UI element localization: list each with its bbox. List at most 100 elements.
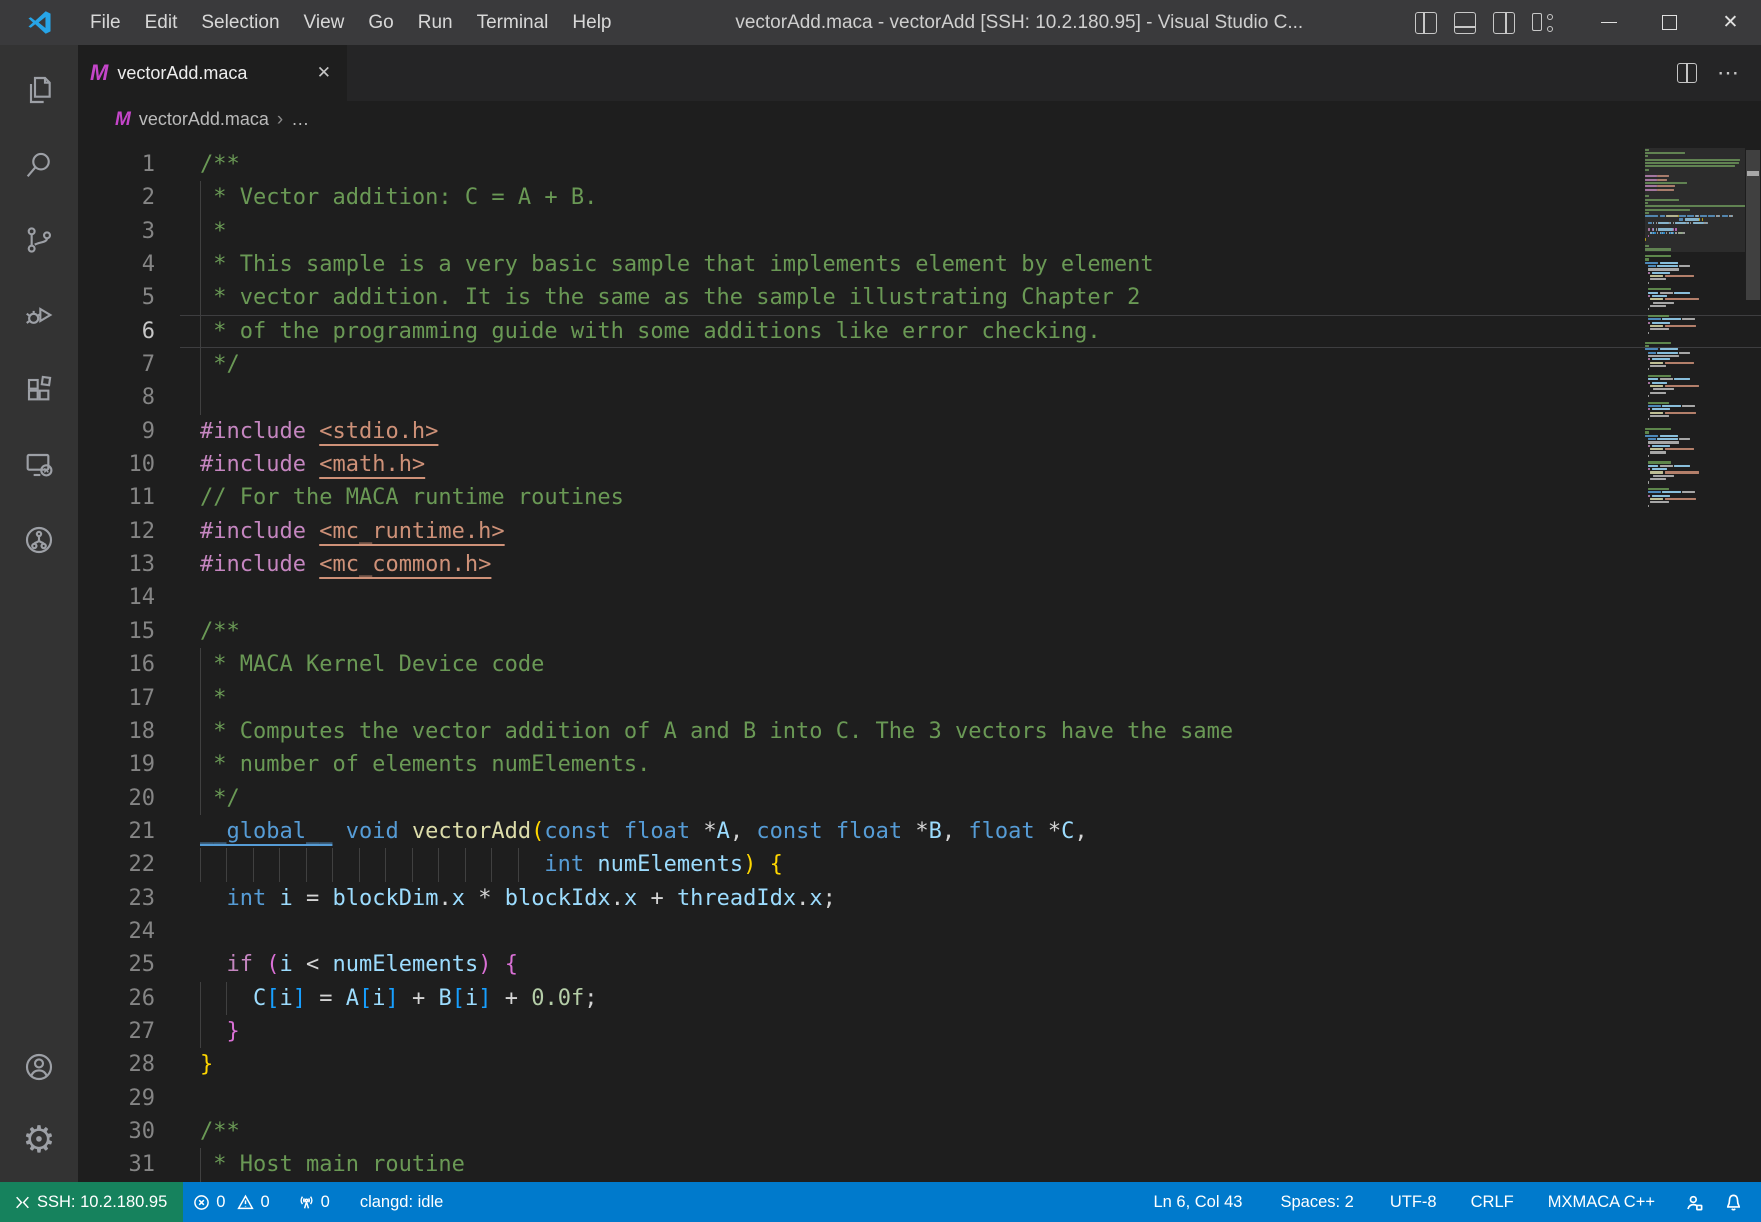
close-button[interactable]: ✕ [1700, 0, 1761, 45]
code-line[interactable]: 17 * [78, 682, 1761, 715]
code-line[interactable]: 25 if (i < numElements) { [78, 948, 1761, 981]
code-line[interactable]: 15/** [78, 615, 1761, 648]
line-content[interactable]: /** [180, 615, 1761, 648]
code-line[interactable]: 22 int numElements) { [78, 848, 1761, 881]
settings-gear-icon[interactable]: ⚙ [22, 1122, 56, 1156]
toggle-primary-sidebar-icon[interactable] [1415, 12, 1437, 34]
minimize-button[interactable] [1578, 0, 1639, 45]
line-number[interactable]: 29 [78, 1082, 180, 1115]
cursor-position[interactable]: Ln 6, Col 43 [1143, 1182, 1252, 1222]
line-number[interactable]: 5 [78, 281, 180, 314]
code-line[interactable]: 2 * Vector addition: C = A + B. [78, 181, 1761, 214]
code-line[interactable]: 16 * MACA Kernel Device code [78, 648, 1761, 681]
line-number[interactable]: 23 [78, 882, 180, 915]
line-content[interactable]: */ [180, 348, 1761, 381]
remote-explorer-icon[interactable] [22, 448, 56, 482]
line-number[interactable]: 12 [78, 515, 180, 548]
line-number[interactable]: 8 [78, 381, 180, 414]
eol-sequence[interactable]: CRLF [1461, 1182, 1524, 1222]
line-number[interactable]: 19 [78, 748, 180, 781]
menu-selection[interactable]: Selection [189, 0, 291, 45]
line-content[interactable]: * [180, 682, 1761, 715]
code-line[interactable]: 12#include <mc_runtime.h> [78, 515, 1761, 548]
line-number[interactable]: 14 [78, 581, 180, 614]
line-content[interactable]: #include <mc_runtime.h> [180, 515, 1761, 548]
code-line[interactable]: 29 [78, 1082, 1761, 1115]
search-icon[interactable] [22, 148, 56, 182]
line-number[interactable]: 31 [78, 1148, 180, 1181]
menu-view[interactable]: View [292, 0, 357, 45]
line-number[interactable]: 24 [78, 915, 180, 948]
line-content[interactable]: * This sample is a very basic sample tha… [180, 248, 1761, 281]
line-content[interactable]: * Host main routine [180, 1148, 1761, 1181]
line-content[interactable]: int numElements) { [180, 848, 1761, 881]
toggle-secondary-sidebar-icon[interactable] [1493, 12, 1515, 34]
code-line[interactable]: 21__global__ void vectorAdd(const float … [78, 815, 1761, 848]
minimap-slider[interactable] [1645, 148, 1745, 252]
line-number[interactable]: 21 [78, 815, 180, 848]
code-line[interactable]: 28} [78, 1048, 1761, 1081]
breadcrumb-file[interactable]: vectorAdd.maca [139, 109, 269, 130]
line-content[interactable]: * [180, 215, 1761, 248]
line-content[interactable] [180, 581, 1761, 614]
maximize-button[interactable] [1639, 0, 1700, 45]
code-line[interactable]: 13#include <mc_common.h> [78, 548, 1761, 581]
feedback-button[interactable] [1675, 1182, 1714, 1222]
ports-indicator[interactable]: 0 [288, 1182, 340, 1222]
run-debug-icon[interactable] [22, 298, 56, 332]
code-line[interactable]: 8 [78, 381, 1761, 414]
source-control-icon[interactable] [22, 223, 56, 257]
menu-edit[interactable]: Edit [133, 0, 190, 45]
line-content[interactable]: * MACA Kernel Device code [180, 648, 1761, 681]
line-content[interactable]: * of the programming guide with some add… [180, 315, 1761, 348]
menu-go[interactable]: Go [356, 0, 405, 45]
code-line[interactable]: 6 * of the programming guide with some a… [78, 315, 1761, 348]
remote-indicator[interactable]: SSH: 10.2.180.95 [0, 1182, 183, 1222]
line-number[interactable]: 9 [78, 415, 180, 448]
code-line[interactable]: 7 */ [78, 348, 1761, 381]
line-number[interactable]: 6 [78, 315, 180, 348]
menu-file[interactable]: File [78, 0, 133, 45]
code-line[interactable]: 5 * vector addition. It is the same as t… [78, 281, 1761, 314]
line-number[interactable]: 18 [78, 715, 180, 748]
line-content[interactable]: * Vector addition: C = A + B. [180, 181, 1761, 214]
line-number[interactable]: 10 [78, 448, 180, 481]
line-number[interactable]: 2 [78, 181, 180, 214]
code-line[interactable]: 27 } [78, 1015, 1761, 1048]
menu-help[interactable]: Help [560, 0, 623, 45]
account-icon[interactable] [22, 1050, 56, 1084]
line-content[interactable]: /** [180, 148, 1761, 181]
code-line[interactable]: 19 * number of elements numElements. [78, 748, 1761, 781]
line-number[interactable]: 20 [78, 782, 180, 815]
line-content[interactable]: */ [180, 782, 1761, 815]
line-content[interactable]: C[i] = A[i] + B[i] + 0.0f; [180, 982, 1761, 1015]
line-content[interactable] [180, 915, 1761, 948]
code-line[interactable]: 1/** [78, 148, 1761, 181]
tab-vectoradd-maca[interactable]: M vectorAdd.maca ✕ [78, 45, 348, 101]
code-line[interactable]: 30/** [78, 1115, 1761, 1148]
line-number[interactable]: 16 [78, 648, 180, 681]
line-content[interactable]: #include <math.h> [180, 448, 1761, 481]
line-content[interactable]: #include <mc_common.h> [180, 548, 1761, 581]
line-number[interactable]: 30 [78, 1115, 180, 1148]
code-line[interactable]: 24 [78, 915, 1761, 948]
line-content[interactable]: * vector addition. It is the same as the… [180, 281, 1761, 314]
clangd-status[interactable]: clangd: idle [350, 1182, 453, 1222]
code-line[interactable]: 20 */ [78, 782, 1761, 815]
line-content[interactable]: /** [180, 1115, 1761, 1148]
code-line[interactable]: 3 * [78, 215, 1761, 248]
encoding[interactable]: UTF-8 [1380, 1182, 1447, 1222]
code-line[interactable]: 31 * Host main routine [78, 1148, 1761, 1181]
customize-layout-icon[interactable] [1532, 12, 1554, 34]
line-content[interactable]: } [180, 1048, 1761, 1081]
code-line[interactable]: 14 [78, 581, 1761, 614]
line-number[interactable]: 28 [78, 1048, 180, 1081]
menu-run[interactable]: Run [406, 0, 465, 45]
line-content[interactable]: * number of elements numElements. [180, 748, 1761, 781]
language-mode[interactable]: MXMACA C++ [1538, 1182, 1665, 1222]
toggle-panel-icon[interactable] [1454, 12, 1476, 34]
code-line[interactable]: 10#include <math.h> [78, 448, 1761, 481]
line-content[interactable]: __global__ void vectorAdd(const float *A… [180, 815, 1761, 848]
line-number[interactable]: 3 [78, 215, 180, 248]
line-content[interactable]: } [180, 1015, 1761, 1048]
